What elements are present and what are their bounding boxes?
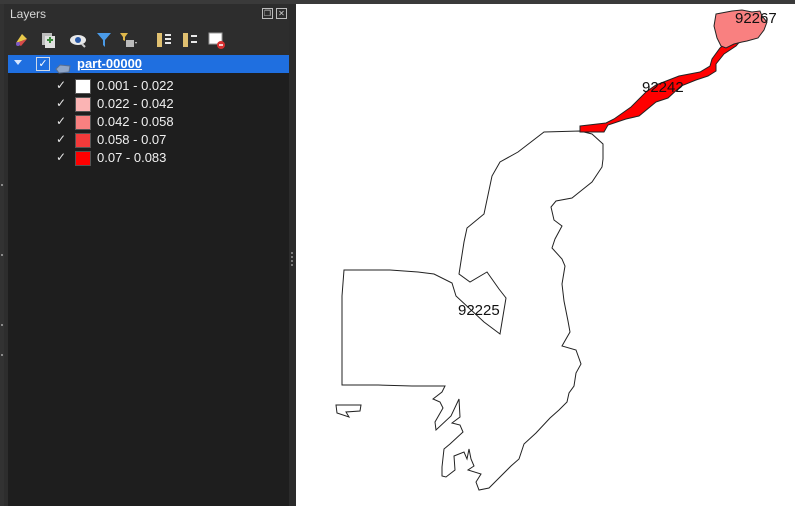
visibility-icon[interactable] <box>68 30 88 50</box>
legend-swatch <box>75 97 91 112</box>
legend-checkbox[interactable]: ✓ <box>56 150 66 164</box>
rail-grip-dot <box>1 354 3 356</box>
legend-item[interactable]: ✓ 0.042 - 0.058 <box>8 113 289 131</box>
add-group-icon[interactable] <box>38 30 58 50</box>
polygon-layer-icon <box>55 59 71 74</box>
legend-item[interactable]: ✓ 0.022 - 0.042 <box>8 95 289 113</box>
collapse-all-icon[interactable] <box>180 30 200 50</box>
splitter-grip-dot <box>291 252 293 254</box>
zip-label-92242: 92242 <box>642 79 684 96</box>
splitter-grip-dot <box>291 264 293 266</box>
splitter-grip-dot <box>291 260 293 262</box>
layers-panel: Layers ❐ ✕ ✓ part-00000 ✓ 0.001 - 0.022 … <box>4 4 289 506</box>
rail-grip-dot <box>1 324 3 326</box>
map-canvas[interactable]: 92267 92242 92225 <box>296 4 795 506</box>
panel-splitter[interactable] <box>289 4 296 506</box>
legend-swatch <box>75 151 91 166</box>
legend-checkbox[interactable]: ✓ <box>56 114 66 128</box>
legend-item[interactable]: ✓ 0.001 - 0.022 <box>8 77 289 95</box>
rail-grip-dot <box>1 254 3 256</box>
zip-label-92267: 92267 <box>735 10 777 27</box>
legend-item[interactable]: ✓ 0.07 - 0.083 <box>8 149 289 167</box>
legend-swatch <box>75 115 91 130</box>
layer-name[interactable]: part-00000 <box>77 56 142 71</box>
layer-tree: ✓ part-00000 ✓ 0.001 - 0.022 ✓ 0.022 - 0… <box>8 55 289 506</box>
legend-label: 0.058 - 0.07 <box>97 132 167 147</box>
remove-layer-icon[interactable] <box>206 30 226 50</box>
legend-label: 0.07 - 0.083 <box>97 150 167 165</box>
legend-checkbox[interactable]: ✓ <box>56 132 66 146</box>
layer-row-part-00000[interactable]: ✓ part-00000 <box>8 55 289 74</box>
close-panel-icon[interactable]: ✕ <box>276 8 287 19</box>
splitter-grip-dot <box>291 256 293 258</box>
legend-checkbox[interactable]: ✓ <box>56 78 66 92</box>
filter-legend-icon[interactable] <box>118 30 138 50</box>
expand-all-icon[interactable] <box>154 30 174 50</box>
legend-swatch <box>75 133 91 148</box>
filter-icon[interactable] <box>94 30 114 50</box>
style-icon[interactable] <box>12 30 32 50</box>
expand-arrow-icon[interactable] <box>14 60 22 65</box>
legend-item[interactable]: ✓ 0.058 - 0.07 <box>8 131 289 149</box>
legend-label: 0.001 - 0.022 <box>97 78 174 93</box>
legend-label: 0.042 - 0.058 <box>97 114 174 129</box>
panel-title: Layers <box>10 7 47 21</box>
zip-92225-islet <box>335 404 362 418</box>
legend-checkbox[interactable]: ✓ <box>56 96 66 110</box>
rail-grip-dot <box>1 184 3 186</box>
layer-visibility-checkbox[interactable]: ✓ <box>36 57 50 71</box>
zip-label-92225: 92225 <box>458 302 500 319</box>
legend-swatch <box>75 79 91 94</box>
float-panel-icon[interactable]: ❐ <box>262 8 273 19</box>
legend-label: 0.022 - 0.042 <box>97 96 174 111</box>
